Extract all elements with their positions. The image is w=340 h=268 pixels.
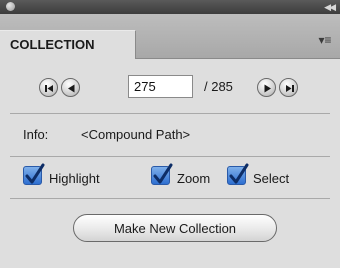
checkmark-icon (153, 163, 173, 184)
step-back-icon (68, 84, 75, 93)
skip-first-icon (45, 85, 53, 92)
current-index-field[interactable] (128, 75, 193, 98)
skip-last-icon (286, 85, 294, 92)
highlight-checkbox[interactable] (23, 163, 45, 185)
divider (10, 156, 330, 157)
checkmark-icon (25, 163, 45, 184)
zoom-label[interactable]: Zoom (177, 171, 210, 186)
tab-label: COLLECTION (10, 37, 95, 52)
zoom-checkbox[interactable] (151, 163, 173, 185)
select-label[interactable]: Select (253, 171, 289, 186)
total-count: / 285 (204, 79, 233, 94)
divider (10, 198, 330, 199)
select-checkbox[interactable] (227, 163, 249, 185)
panel-titlebar: ◀◀ (0, 0, 340, 14)
info-label: Info: (23, 127, 49, 142)
next-button[interactable] (257, 78, 276, 97)
panel-menu-icon[interactable]: ▾≡ (318, 34, 332, 46)
double-chevron-icon[interactable]: ◀◀ (324, 0, 336, 14)
make-new-collection-button[interactable]: Make New Collection (73, 214, 277, 242)
checkmark-icon (229, 163, 249, 184)
collection-panel: ◀◀ COLLECTION ▾≡ / 285 Info: <Compound P… (0, 0, 340, 268)
step-forward-icon (264, 84, 271, 93)
first-button[interactable] (39, 78, 58, 97)
last-button[interactable] (279, 78, 298, 97)
highlight-label[interactable]: Highlight (49, 171, 100, 186)
info-value: <Compound Path> (81, 127, 191, 142)
divider (10, 113, 330, 114)
previous-button[interactable] (61, 78, 80, 97)
tab-collection[interactable]: COLLECTION (0, 30, 136, 59)
close-dot-icon[interactable] (6, 2, 15, 11)
tab-row: COLLECTION ▾≡ (0, 14, 340, 59)
